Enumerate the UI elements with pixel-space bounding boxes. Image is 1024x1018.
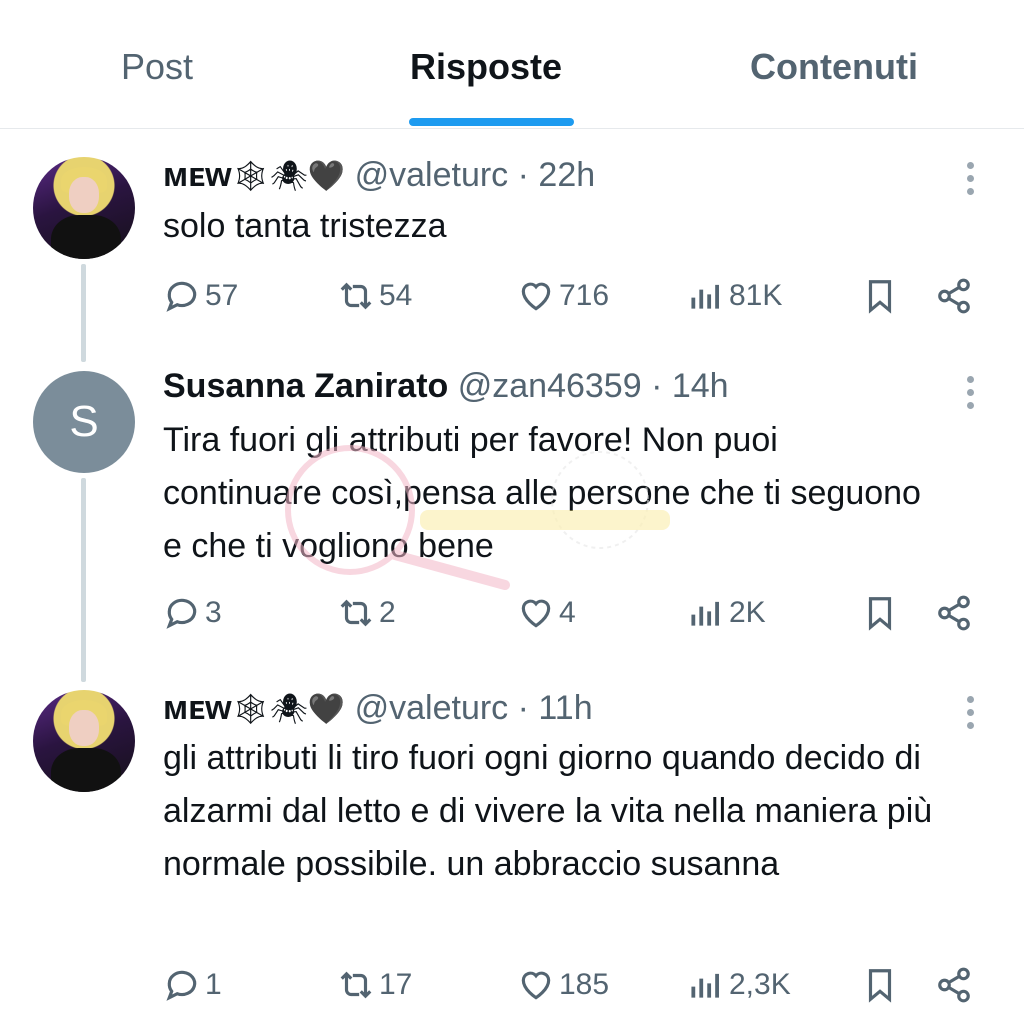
views-icon (691, 284, 719, 309)
like-button[interactable]: 185 (517, 966, 609, 1004)
tweet-header: Susanna Zanirato @zan46359 · 14h (163, 367, 729, 406)
share-icon (938, 595, 970, 631)
reply-count: 1 (205, 968, 222, 1001)
avatar[interactable] (33, 157, 135, 259)
user-handle[interactable]: @zan46359 (458, 367, 642, 405)
like-button[interactable]: 4 (517, 594, 576, 632)
share-icon (938, 967, 970, 1003)
retweet-button[interactable]: 54 (337, 277, 412, 315)
reply-button[interactable]: 3 (163, 594, 222, 632)
retweet-count: 17 (379, 968, 413, 1001)
like-icon (521, 971, 551, 1000)
reply-button[interactable]: 57 (163, 277, 238, 315)
reply-icon (166, 970, 197, 1001)
tweet-header: ᴍᴇᴡ🕸🕷🖤 @valeturc · 22h (163, 156, 595, 195)
tweet-header: ᴍᴇᴡ🕸🕷🖤 @valeturc · 11h (163, 689, 593, 728)
more-icon[interactable] (960, 156, 980, 196)
more-icon[interactable] (960, 370, 980, 410)
views-button[interactable]: 2,3K (687, 966, 791, 1004)
views-count: 81K (729, 279, 783, 312)
retweet-button[interactable]: 2 (337, 594, 396, 632)
views-icon (691, 601, 719, 626)
tweet-actions: 1 17 185 2,3K (163, 966, 983, 1006)
retweet-icon (340, 971, 372, 999)
bookmark-button[interactable] (861, 594, 903, 632)
tab-contenuti[interactable]: Contenuti (750, 46, 918, 88)
like-icon (521, 599, 551, 628)
reply-icon (166, 598, 197, 629)
user-handle[interactable]: @valeturc (355, 689, 509, 727)
active-tab-indicator (409, 118, 574, 126)
bookmark-icon (868, 597, 892, 631)
views-count: 2,3K (729, 968, 791, 1001)
like-count: 716 (559, 279, 610, 312)
retweet-count: 2 (379, 596, 396, 629)
avatar[interactable]: S (33, 371, 135, 473)
user-handle[interactable]: @valeturc (355, 156, 509, 194)
share-button[interactable] (935, 277, 977, 315)
display-name[interactable]: ᴍᴇᴡ (163, 689, 232, 727)
tweet-actions: 3 2 4 2K (163, 594, 983, 634)
thread-line (81, 478, 86, 682)
retweet-icon (340, 282, 372, 310)
views-button[interactable]: 81K (687, 277, 782, 315)
retweet-count: 54 (379, 279, 413, 312)
name-emojis: 🕸🕷🖤 (231, 159, 346, 194)
name-emojis: 🕸🕷🖤 (231, 692, 346, 727)
bookmark-button[interactable] (861, 966, 903, 1004)
bookmark-icon (868, 969, 892, 1003)
separator: · (517, 689, 529, 727)
views-count: 2K (729, 596, 766, 629)
reply-count: 57 (205, 279, 239, 312)
reply-count: 3 (205, 596, 222, 629)
more-icon[interactable] (960, 690, 980, 730)
tab-risposte[interactable]: Risposte (410, 46, 562, 88)
reply-button[interactable]: 1 (163, 966, 222, 1004)
timestamp[interactable]: 11h (538, 689, 592, 727)
avatar[interactable] (33, 690, 135, 792)
reply-icon (166, 281, 197, 312)
like-button[interactable]: 716 (517, 277, 609, 315)
separator: · (517, 156, 529, 194)
views-button[interactable]: 2K (687, 594, 766, 632)
share-button[interactable] (935, 966, 977, 1004)
bookmark-icon (868, 280, 892, 314)
retweet-button[interactable]: 17 (337, 966, 412, 1004)
display-name[interactable]: ᴍᴇᴡ (163, 156, 232, 194)
profile-tabs: Post Risposte Contenuti (0, 0, 1024, 129)
tab-post[interactable]: Post (121, 46, 193, 88)
tweet-actions: 57 54 716 81K (163, 277, 983, 317)
separator: · (651, 367, 663, 405)
tweet-text: Tira fuori gli attributi per favore! Non… (163, 421, 921, 565)
views-icon (691, 973, 719, 998)
retweet-icon (340, 599, 372, 627)
like-count: 185 (559, 968, 610, 1001)
timestamp[interactable]: 22h (538, 156, 595, 194)
tweet-text: gli attributi li tiro fuori ogni giorno … (163, 739, 933, 883)
share-icon (938, 278, 970, 314)
share-button[interactable] (935, 594, 977, 632)
timestamp[interactable]: 14h (672, 367, 729, 405)
bookmark-button[interactable] (861, 277, 903, 315)
tweet-text: solo tanta tristezza (163, 207, 447, 245)
thread-line (81, 264, 86, 362)
display-name[interactable]: Susanna Zanirato (163, 367, 448, 405)
like-icon (521, 282, 551, 311)
like-count: 4 (559, 596, 576, 629)
